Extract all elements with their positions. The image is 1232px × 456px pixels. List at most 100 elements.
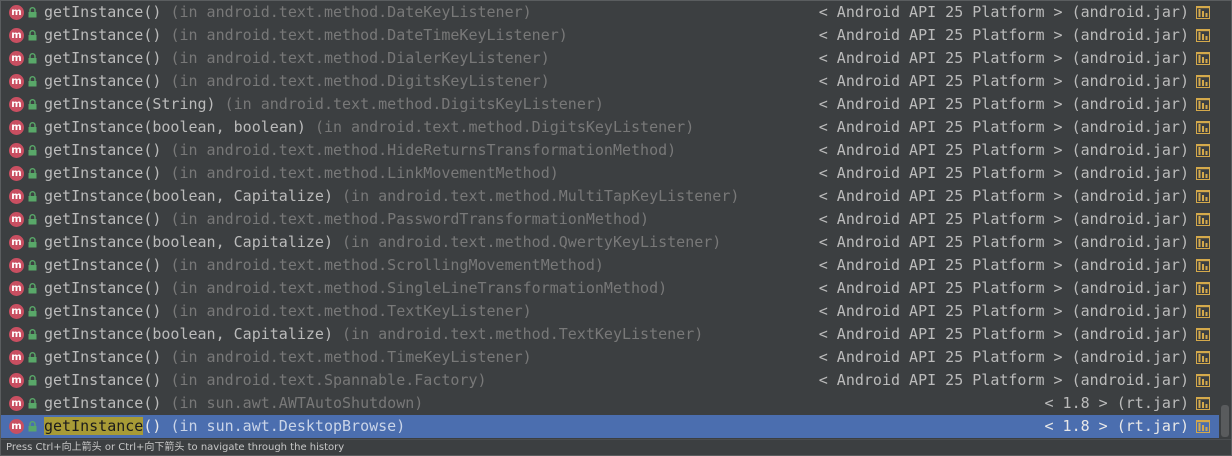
containing-class: (in android.text.method.LinkMovementMeth…	[170, 164, 559, 182]
jar-icon	[1196, 282, 1210, 295]
suggestion-item[interactable]: m getInstance(boolean, Capitalize) (in a…	[1, 323, 1219, 346]
suggestion-item[interactable]: m getInstance(boolean, Capitalize) (in a…	[1, 231, 1219, 254]
method-icon: m	[9, 51, 24, 66]
containing-class: (in android.text.Spannable.Factory)	[170, 371, 487, 389]
containing-class: (in android.text.method.DateKeyListener)	[170, 3, 532, 21]
method-signature: getInstance() (in sun.awt.AWTAutoShutdow…	[44, 392, 423, 415]
library-label: < Android API 25 Platform > (android.jar…	[818, 256, 1189, 274]
method-signature: getInstance() (in android.text.method.Ti…	[44, 346, 532, 369]
method-params: ()	[143, 371, 162, 389]
method-name: getInstance	[44, 417, 144, 435]
suggestion-item[interactable]: m getInstance() (in android.text.method.…	[1, 162, 1219, 185]
jar-icon	[1196, 144, 1210, 157]
method-name: getInstance	[44, 371, 144, 389]
suggestion-item[interactable]: m getInstance() (in android.text.method.…	[1, 346, 1219, 369]
suggestion-item[interactable]: m getInstance() (in android.text.method.…	[1, 70, 1219, 93]
suggestion-item[interactable]: m getInstance() (in android.text.method.…	[1, 24, 1219, 47]
lock-icon	[28, 398, 37, 409]
suggestion-item[interactable]: m getInstance(boolean, boolean) (in andr…	[1, 116, 1219, 139]
suggestion-list[interactable]: m getInstance() (in android.text.method.…	[1, 1, 1219, 439]
library-label: < Android API 25 Platform > (android.jar…	[818, 325, 1189, 343]
suggestion-item[interactable]: m getInstance() (in sun.awt.AWTAutoShutd…	[1, 392, 1219, 415]
suggestion-item[interactable]: m getInstance() (in android.text.Spannab…	[1, 369, 1219, 392]
suggestion-item[interactable]: m getInstance() (in android.text.method.…	[1, 300, 1219, 323]
suggestion-item[interactable]: m getInstance(boolean, Capitalize) (in a…	[1, 185, 1219, 208]
method-name: getInstance	[44, 141, 144, 159]
method-name: getInstance	[44, 348, 144, 366]
method-icon: m	[9, 281, 24, 296]
method-signature: getInstance() (in android.text.method.Da…	[44, 1, 532, 24]
method-params: ()	[143, 26, 162, 44]
lock-icon	[28, 306, 37, 317]
jar-icon	[1196, 98, 1210, 111]
method-signature: getInstance() (in android.text.method.Pa…	[44, 208, 649, 231]
method-params: ()	[143, 3, 162, 21]
jar-icon	[1196, 351, 1210, 364]
method-icon: m	[9, 304, 24, 319]
method-signature: getInstance() (in android.text.method.Hi…	[44, 139, 676, 162]
method-params: (boolean, Capitalize)	[143, 325, 333, 343]
method-signature: getInstance() (in android.text.method.Te…	[44, 300, 532, 323]
method-signature: getInstance(boolean, Capitalize) (in and…	[44, 185, 739, 208]
method-params: ()	[143, 348, 162, 366]
method-icon: m	[9, 166, 24, 181]
method-icon: m	[9, 97, 24, 112]
suggestion-item[interactable]: m getInstance(String) (in android.text.m…	[1, 93, 1219, 116]
method-icon: m	[9, 28, 24, 43]
library-label: < Android API 25 Platform > (android.jar…	[818, 49, 1189, 67]
library-label: < Android API 25 Platform > (android.jar…	[818, 233, 1189, 251]
containing-class: (in android.text.method.TextKeyListener)	[170, 302, 532, 320]
lock-icon	[28, 329, 37, 340]
lock-icon	[28, 168, 37, 179]
lock-icon	[28, 99, 37, 110]
containing-class: (in android.text.method.HideReturnsTrans…	[170, 141, 677, 159]
containing-class: (in android.text.method.DialerKeyListene…	[170, 49, 550, 67]
suggestion-item[interactable]: m getInstance() (in android.text.method.…	[1, 47, 1219, 70]
library-label: < Android API 25 Platform > (android.jar…	[818, 141, 1189, 159]
containing-class: (in android.text.method.QwertyKeyListene…	[342, 233, 722, 251]
containing-class: (in sun.awt.DesktopBrowse)	[170, 417, 406, 435]
method-params: ()	[143, 417, 162, 435]
containing-class: (in android.text.method.MultiTapKeyListe…	[342, 187, 740, 205]
suggestion-item[interactable]: m getInstance() (in android.text.method.…	[1, 208, 1219, 231]
containing-class: (in android.text.method.SingleLineTransf…	[170, 279, 668, 297]
method-params: ()	[143, 256, 162, 274]
library-label: < Android API 25 Platform > (android.jar…	[818, 26, 1189, 44]
jar-icon	[1196, 75, 1210, 88]
method-signature: getInstance() (in android.text.Spannable…	[44, 369, 487, 392]
jar-icon	[1196, 29, 1210, 42]
status-hint: Press Ctrl+向上箭头 or Ctrl+向下箭头 to navigate…	[1, 439, 1231, 455]
containing-class: (in android.text.method.ScrollingMovemen…	[170, 256, 604, 274]
suggestion-item[interactable]: m getInstance() (in android.text.method.…	[1, 1, 1219, 24]
method-params: ()	[143, 394, 162, 412]
method-params: (String)	[143, 95, 216, 113]
method-signature: getInstance() (in android.text.method.Li…	[44, 162, 559, 185]
method-icon: m	[9, 419, 24, 434]
vertical-scrollbar[interactable]	[1219, 1, 1231, 439]
jar-icon	[1196, 259, 1210, 272]
library-label: < Android API 25 Platform > (android.jar…	[818, 279, 1189, 297]
jar-icon	[1196, 213, 1210, 226]
containing-class: (in android.text.method.PasswordTransfor…	[170, 210, 650, 228]
suggestion-item-selected[interactable]: m getInstance() (in sun.awt.DesktopBrows…	[1, 415, 1219, 438]
suggestion-item[interactable]: m getInstance() (in android.text.method.…	[1, 277, 1219, 300]
lock-icon	[28, 260, 37, 271]
scrollbar-thumb[interactable]	[1221, 405, 1229, 437]
containing-class: (in android.text.method.TimeKeyListener)	[170, 348, 532, 366]
containing-class: (in android.text.method.TextKeyListener)	[342, 325, 704, 343]
lock-icon	[28, 7, 37, 18]
method-name: getInstance	[44, 210, 144, 228]
method-params: ()	[143, 210, 162, 228]
method-name: getInstance	[44, 256, 144, 274]
lock-icon	[28, 214, 37, 225]
method-params: (boolean, Capitalize)	[143, 187, 333, 205]
method-icon: m	[9, 143, 24, 158]
library-label: < Android API 25 Platform > (android.jar…	[818, 187, 1189, 205]
method-name: getInstance	[44, 279, 144, 297]
suggestion-item[interactable]: m getInstance() (in android.text.method.…	[1, 139, 1219, 162]
library-label: < Android API 25 Platform > (android.jar…	[818, 95, 1189, 113]
method-name: getInstance	[44, 233, 144, 251]
suggestion-item[interactable]: m getInstance() (in android.text.method.…	[1, 254, 1219, 277]
lock-icon	[28, 237, 37, 248]
method-name: getInstance	[44, 302, 144, 320]
